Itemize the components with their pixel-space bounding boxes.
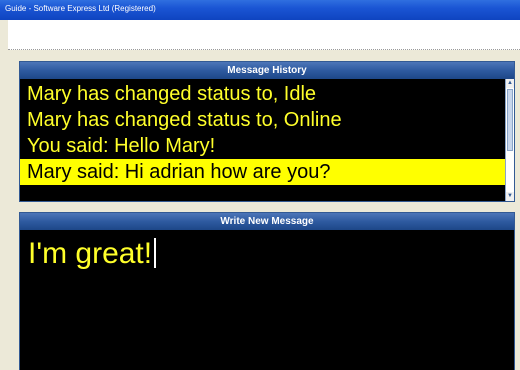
toolbar-area [8,20,520,50]
message-history-panel: Message History Mary has changed status … [19,61,515,202]
write-message-header: Write New Message [20,213,514,230]
window-title-bar[interactable]: Guide - Software Express Ltd (Registered… [0,0,520,20]
message-item[interactable]: You said: Hello Mary! [20,133,505,159]
message-input[interactable]: I'm great! [28,237,157,271]
message-history-header: Message History [20,62,514,79]
scroll-down-arrow-icon[interactable]: ▼ [506,192,514,201]
scroll-up-arrow-icon[interactable]: ▲ [506,79,514,88]
message-item[interactable]: Mary has changed status to, Online [20,107,505,133]
message-history-body: Mary has changed status to, Idle Mary ha… [20,79,514,201]
scrollbar-thumb[interactable] [507,89,513,151]
write-message-panel: Write New Message I'm great! [19,212,515,370]
message-input-area[interactable]: I'm great! [20,230,514,370]
message-list[interactable]: Mary has changed status to, Idle Mary ha… [20,81,505,185]
message-input-text: I'm great! [28,237,153,270]
message-item[interactable]: Mary has changed status to, Idle [20,81,505,107]
history-scrollbar[interactable]: ▲ ▼ [505,79,514,201]
text-caret [154,238,157,268]
window-title: Guide - Software Express Ltd (Registered… [5,4,156,13]
message-item-selected[interactable]: Mary said: Hi adrian how are you? [20,159,505,185]
